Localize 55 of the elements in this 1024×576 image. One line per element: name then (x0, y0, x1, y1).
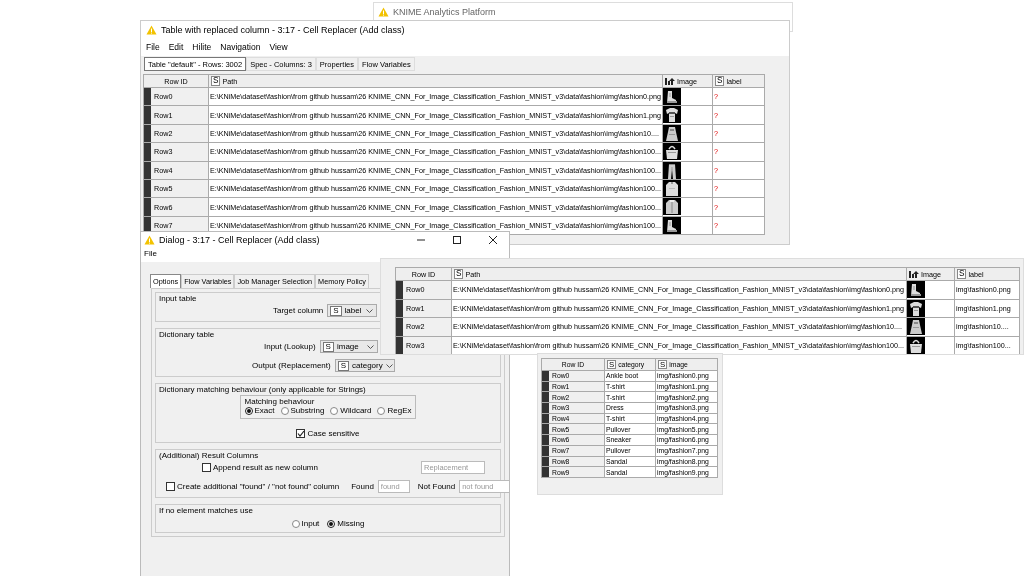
warning-icon (378, 6, 389, 17)
caret-icon (385, 363, 393, 368)
checkbox[interactable] (166, 482, 175, 491)
checkbox-label: Case sensitive (307, 429, 360, 438)
close-icon[interactable] (488, 234, 498, 245)
maximize-icon[interactable] (452, 234, 462, 245)
radio-label: Missing (337, 519, 365, 528)
menu-item[interactable]: Edit (168, 42, 184, 52)
radio-button[interactable] (377, 406, 386, 415)
column-dropdown[interactable]: S image (319, 340, 378, 353)
radio-button[interactable] (291, 519, 300, 528)
warning-icon (146, 24, 157, 35)
check-icon (297, 430, 305, 437)
type-label: S (957, 268, 967, 280)
image-type-icon (909, 269, 919, 279)
field-label: Output (Replacement) (252, 361, 331, 370)
menu-item[interactable]: File (144, 249, 157, 258)
caret-icon (366, 308, 374, 313)
radio-label: Substring (290, 406, 325, 415)
radio-button[interactable] (330, 406, 339, 415)
group-title: Matching behaviour (244, 397, 315, 406)
type-label: S (211, 75, 221, 87)
menu-item[interactable]: Navigation (220, 42, 261, 52)
image-type-icon (665, 76, 675, 86)
radio-button[interactable] (244, 406, 253, 415)
menu-item[interactable]: View (269, 42, 288, 52)
type-label: S (454, 268, 464, 280)
window-title: Table with replaced column - 3:17 - Cell Replacer (Add class) (161, 24, 405, 35)
menu-item[interactable]: Hilite (192, 42, 212, 52)
checkbox[interactable] (202, 463, 211, 472)
radio-button[interactable] (327, 519, 336, 528)
checkbox[interactable] (296, 429, 306, 438)
checkbox-label: Create additional "found" / "not found" column (177, 482, 340, 491)
panel-title: If no element matches use (159, 506, 253, 515)
field-label: Input (Lookup) (264, 342, 316, 351)
field-label: Target column (273, 306, 324, 315)
column-dropdown[interactable]: S label (327, 304, 378, 317)
radio-label: RegEx (387, 406, 412, 415)
radio-label: Exact (254, 406, 275, 415)
radio-label: Input (301, 519, 320, 528)
radio-label: Wildcard (340, 406, 372, 415)
window-title: Dialog - 3:17 - Cell Replacer (Add class) (159, 234, 320, 245)
column-dropdown[interactable]: S category (334, 359, 395, 372)
menu-item[interactable]: File (146, 42, 160, 52)
caret-icon (366, 344, 374, 349)
panel-title: (Additional) Result Columns (159, 451, 259, 460)
panel-title: Input table (159, 294, 197, 303)
field-label: Found (351, 482, 374, 491)
panel-title: Dictionary matching behaviour (only applicable for Strings) (159, 385, 366, 394)
panel-title: Dictionary table (159, 330, 215, 339)
field-label: Not Found (417, 482, 456, 491)
radio-button[interactable] (280, 406, 289, 415)
type-label: S (715, 75, 725, 87)
checkbox-label: Append result as new column (213, 463, 318, 472)
window-title: KNIME Analytics Platform (393, 6, 496, 17)
